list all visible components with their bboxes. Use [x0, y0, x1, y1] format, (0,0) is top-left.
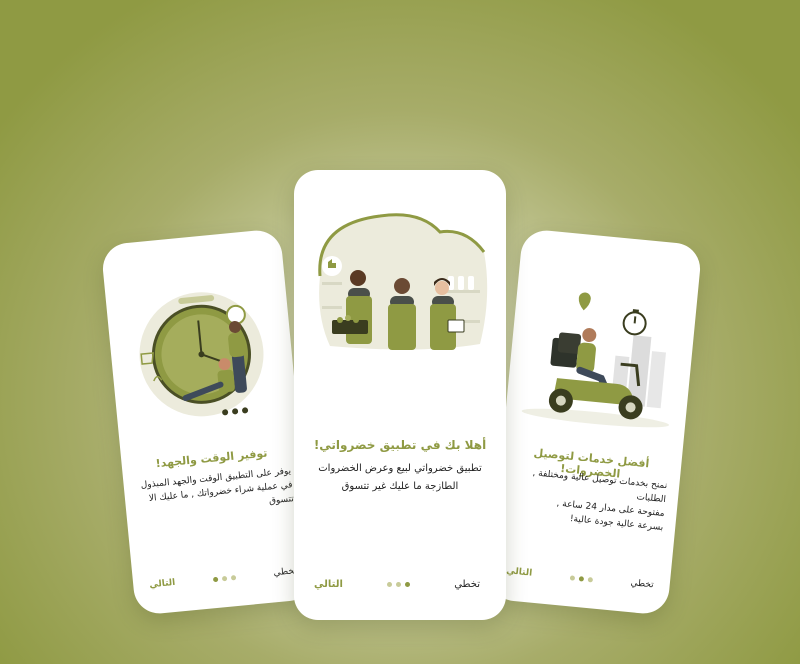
- onboarding-footer: التالي تخطي: [314, 579, 480, 590]
- page-indicator: [387, 582, 411, 587]
- page-dot[interactable]: [387, 582, 393, 587]
- page-dot[interactable]: [221, 575, 228, 581]
- page-dot[interactable]: [569, 574, 576, 581]
- next-button[interactable]: التالي: [149, 578, 176, 590]
- skip-button[interactable]: تخطي: [630, 578, 654, 590]
- onboarding-footer: التالي تخطي: [506, 566, 654, 590]
- skip-button[interactable]: تخطي: [454, 579, 480, 590]
- next-button[interactable]: التالي: [506, 566, 533, 578]
- page-dot[interactable]: [230, 574, 237, 581]
- grocery-staff-illustration: [318, 213, 488, 350]
- page-dot[interactable]: [405, 582, 411, 587]
- onboarding-footer: التالي تخطي: [149, 566, 297, 590]
- screen-description: يوفر على التطبيق الوقت والجهد المبذول في…: [140, 466, 295, 507]
- page-dot[interactable]: [396, 582, 402, 587]
- screen-title: أهلا بك في تطبيق خضرواتي!: [313, 438, 487, 452]
- page-indicator: [569, 574, 594, 583]
- next-button[interactable]: التالي: [314, 579, 343, 590]
- onboarding-card-welcome: أهلا بك في تطبيق خضرواتي! تطبيق خضرواتي …: [294, 170, 506, 620]
- page-dot[interactable]: [578, 575, 585, 582]
- onboarding-card-time-saving: توفير الوقت والجهد! يوفر على التطبيق الو…: [100, 228, 316, 616]
- onboarding-card-delivery: أفضل خدمات لتوصيل الخضروات! نمنح بخدمات …: [487, 228, 703, 616]
- page-dot[interactable]: [587, 576, 594, 583]
- clock-time-saving-illustration: [139, 292, 264, 417]
- page-indicator: [212, 574, 237, 582]
- scooter-delivery-illustration: [521, 292, 670, 428]
- screen-description: تطبيق خضرواتي لبيع وعرض الخضروات الطازجة…: [318, 463, 482, 492]
- page-dot[interactable]: [212, 576, 219, 582]
